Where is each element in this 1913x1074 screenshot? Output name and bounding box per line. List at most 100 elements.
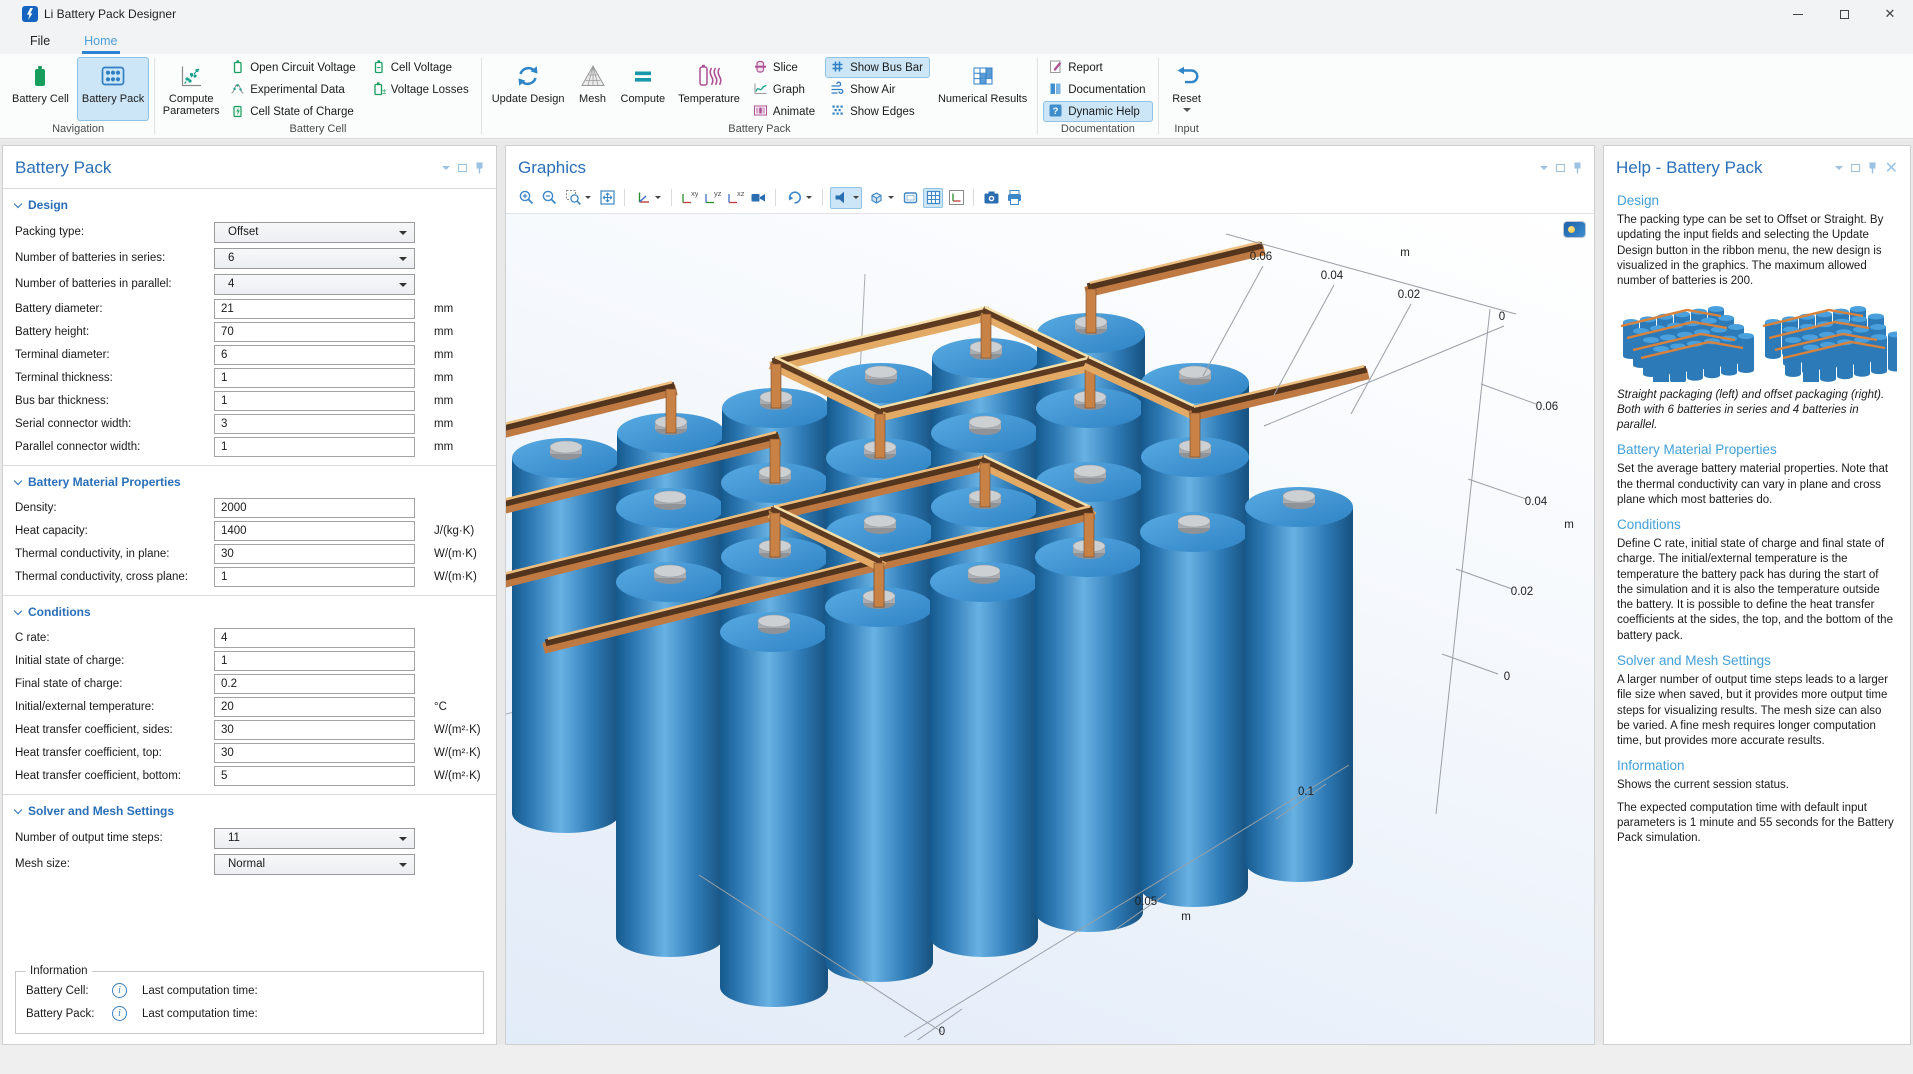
report-button[interactable]: Report	[1043, 57, 1152, 78]
heat-transfer-coefficient-sides-field[interactable]: 30	[214, 720, 415, 740]
maximize-button[interactable]	[1821, 0, 1867, 28]
zoom-in-icon[interactable]	[516, 188, 536, 208]
packing-type-dropdown[interactable]: Offset	[214, 222, 415, 243]
form-row: Battery diameter:21mm	[3, 297, 496, 320]
terminal-diameter-field[interactable]: 6	[214, 345, 415, 365]
form-row: Initial/external temperature:20°C	[3, 695, 496, 718]
default-view-button[interactable]	[632, 187, 664, 209]
field-label: Mesh size:	[15, 858, 214, 870]
terminal-thickness-field[interactable]: 1	[214, 368, 415, 388]
panel-float-icon[interactable]	[458, 164, 467, 172]
cell-state-of-charge-button[interactable]: Cell State of Charge	[225, 101, 362, 122]
panel-pin-icon[interactable]	[1573, 162, 1582, 174]
bus-bar-thickness-field[interactable]: 1	[214, 391, 415, 411]
experimental-data-icon	[230, 81, 245, 99]
c-rate-field[interactable]: 4	[214, 628, 415, 648]
open-circuit-voltage-button[interactable]: Open Circuit Voltage	[225, 57, 362, 78]
show-bus-bar-button[interactable]: Show Bus Bar	[825, 57, 930, 78]
comsol-logo-button[interactable]	[1564, 222, 1585, 237]
panel-float-icon[interactable]	[1851, 164, 1860, 172]
axis-tick-label: 0.06	[1250, 251, 1272, 263]
slice-button[interactable]: Slice	[748, 57, 822, 78]
snapshot-icon[interactable]	[981, 188, 1001, 208]
print-icon[interactable]	[1004, 188, 1024, 208]
panel-menu-chevron-icon[interactable]	[1835, 162, 1843, 174]
mesh-button[interactable]: Mesh	[573, 57, 613, 121]
tab-home[interactable]: Home	[80, 31, 121, 54]
show-edges-button[interactable]: Show Edges	[825, 101, 930, 122]
view-xz-icon[interactable]: xz	[725, 188, 745, 208]
panel-menu-chevron-icon[interactable]	[1540, 162, 1548, 174]
battery-pack-button[interactable]: Battery Pack	[77, 57, 149, 121]
graphics-3d-canvas[interactable]: 0.060.040.0200.060.040.0200.10.050mmm	[506, 214, 1594, 1044]
density-field[interactable]: 2000	[214, 498, 415, 518]
battery-diameter-field[interactable]: 21	[214, 299, 415, 319]
scene-light-button[interactable]	[830, 187, 862, 209]
animate-button[interactable]: Animate	[748, 101, 822, 122]
close-button[interactable]: ✕	[1867, 0, 1913, 28]
cell-voltage-button[interactable]: Cell Voltage	[366, 57, 476, 78]
zoom-box-button[interactable]	[562, 187, 594, 209]
section-header-battery-material-properties[interactable]: Battery Material Properties	[3, 466, 496, 496]
section-header-design[interactable]: Design	[3, 189, 496, 219]
panel-close-icon[interactable]: ✕	[1885, 158, 1898, 178]
number-of-batteries-in-series-dropdown[interactable]: 6	[214, 248, 415, 269]
mesh-size-dropdown[interactable]: Normal	[214, 854, 415, 875]
documentation-icon	[1048, 81, 1063, 99]
documentation-button[interactable]: Documentation	[1043, 79, 1152, 100]
field-label: Packing type:	[15, 226, 214, 238]
update-design-button[interactable]: Update Design	[487, 57, 570, 121]
reset-dropdown-chevron[interactable]	[1183, 108, 1191, 116]
view-yz-icon[interactable]: yz	[702, 188, 722, 208]
voltage-losses-button[interactable]: ± Voltage Losses	[366, 79, 476, 100]
thermal-conductivity-cross-plane-field[interactable]: 1	[214, 567, 415, 587]
zoom-out-icon[interactable]	[539, 188, 559, 208]
final-state-of-charge-field[interactable]: 0.2	[214, 674, 415, 694]
environment-button[interactable]	[865, 187, 897, 209]
parallel-connector-width-field[interactable]: 1	[214, 437, 415, 457]
number-of-batteries-in-parallel-dropdown[interactable]: 4	[214, 274, 415, 295]
panel-menu-chevron-icon[interactable]	[442, 162, 450, 174]
number-of-output-time-steps-dropdown[interactable]: 11	[214, 828, 415, 849]
help-heading-information: Information	[1617, 758, 1897, 773]
graph-button[interactable]: Graph	[748, 79, 822, 100]
view-xy-icon[interactable]: xy	[679, 188, 699, 208]
dropdown-caret-icon	[655, 196, 661, 202]
panel-pin-icon[interactable]	[475, 162, 484, 174]
thermal-conductivity-in-plane-field[interactable]: 30	[214, 544, 415, 564]
initial-state-of-charge-field[interactable]: 1	[214, 651, 415, 671]
numerical-results-button[interactable]: Numerical Results	[933, 57, 1032, 121]
battery-height-field[interactable]: 70	[214, 322, 415, 342]
heat-transfer-coefficient-bottom-field[interactable]: 5	[214, 766, 415, 786]
section-header-solver-and-mesh-settings[interactable]: Solver and Mesh Settings	[3, 795, 496, 825]
title-bar: Li Battery Pack Designer ✕	[0, 0, 1913, 28]
tab-file[interactable]: File	[26, 31, 54, 54]
heat-transfer-coefficient-top-field[interactable]: 30	[214, 743, 415, 763]
compute-parameters-button[interactable]: Compute Parameters	[160, 57, 222, 121]
reset-button[interactable]: Reset	[1164, 57, 1210, 121]
group-label-documentation: Documentation	[1043, 122, 1152, 138]
show-air-icon	[830, 81, 845, 99]
minimize-button[interactable]	[1775, 0, 1821, 28]
camera-icon[interactable]	[748, 188, 768, 208]
show-air-button[interactable]: Show Air	[825, 79, 930, 100]
form-row: Number of output time steps:11	[3, 825, 496, 851]
panel-pin-icon[interactable]	[1868, 162, 1877, 174]
show-grid-icon[interactable]	[923, 188, 943, 208]
battery-cell-button[interactable]: Battery Cell	[7, 57, 74, 121]
experimental-data-button[interactable]: Experimental Data	[225, 79, 362, 100]
panel-float-icon[interactable]	[1556, 164, 1565, 172]
compute-button[interactable]: Compute	[616, 57, 671, 121]
serial-connector-width-field[interactable]: 3	[214, 414, 415, 434]
initial-external-temperature-field[interactable]: 20	[214, 697, 415, 717]
dynamic-help-button[interactable]: ? Dynamic Help	[1043, 101, 1152, 122]
unit-label: W/(m²·K)	[415, 724, 496, 736]
zoom-extents-icon[interactable]	[597, 188, 617, 208]
temperature-button[interactable]: Temperature	[673, 57, 745, 121]
window-title: Li Battery Pack Designer	[44, 7, 176, 21]
section-header-conditions[interactable]: Conditions	[3, 596, 496, 626]
show-frame-icon[interactable]	[900, 188, 920, 208]
heat-capacity-field[interactable]: 1400	[214, 521, 415, 541]
axis-orientation-icon[interactable]	[946, 188, 966, 208]
rotate-button[interactable]	[783, 187, 815, 209]
